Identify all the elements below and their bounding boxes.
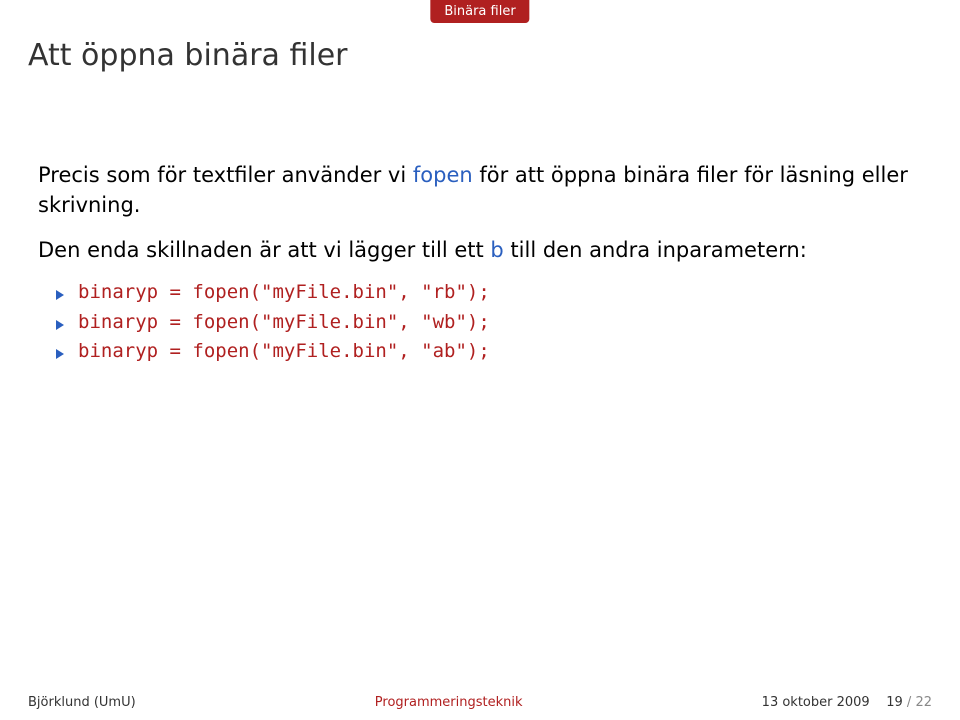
slide-body: Precis som för textfiler använder vi fop…: [38, 160, 922, 368]
footer-page-total: 22: [915, 695, 932, 710]
paragraph-2: Den enda skillnaden är att vi lägger til…: [38, 235, 922, 265]
triangle-bullet-icon: [56, 349, 64, 359]
section-tab: Binära filer: [430, 0, 529, 23]
footer-course: Programmeringsteknik: [375, 695, 523, 710]
code-line: binaryp = fopen("myFile.bin", "wb");: [78, 309, 490, 337]
code-line: binaryp = fopen("myFile.bin", "ab");: [78, 338, 490, 366]
footer-page-current: 19: [886, 695, 903, 710]
triangle-bullet-icon: [56, 320, 64, 330]
para2-pre: Den enda skillnaden är att vi lägger til…: [38, 238, 490, 262]
list-item: binaryp = fopen("myFile.bin", "wb");: [38, 309, 922, 337]
footer-right: 13 oktober 2009 19 / 22: [762, 695, 932, 710]
bullet-list: binaryp = fopen("myFile.bin", "rb"); bin…: [38, 279, 922, 366]
footer-page-sep: /: [903, 695, 916, 710]
triangle-bullet-icon: [56, 290, 64, 300]
slide-title: Att öppna binära filer: [28, 38, 347, 73]
code-line: binaryp = fopen("myFile.bin", "rb");: [78, 279, 490, 307]
b-keyword: b: [490, 238, 503, 262]
fopen-keyword: fopen: [413, 163, 473, 187]
para2-post: till den andra inparametern:: [504, 238, 807, 262]
para1-pre: Precis som för textfiler använder vi: [38, 163, 413, 187]
list-item: binaryp = fopen("myFile.bin", "rb");: [38, 279, 922, 307]
list-item: binaryp = fopen("myFile.bin", "ab");: [38, 338, 922, 366]
paragraph-1: Precis som för textfiler använder vi fop…: [38, 160, 922, 221]
footer-date: 13 oktober 2009: [762, 695, 870, 710]
footer: Björklund (UmU) Programmeringsteknik 13 …: [0, 695, 960, 710]
footer-author: Björklund (UmU): [28, 695, 136, 710]
